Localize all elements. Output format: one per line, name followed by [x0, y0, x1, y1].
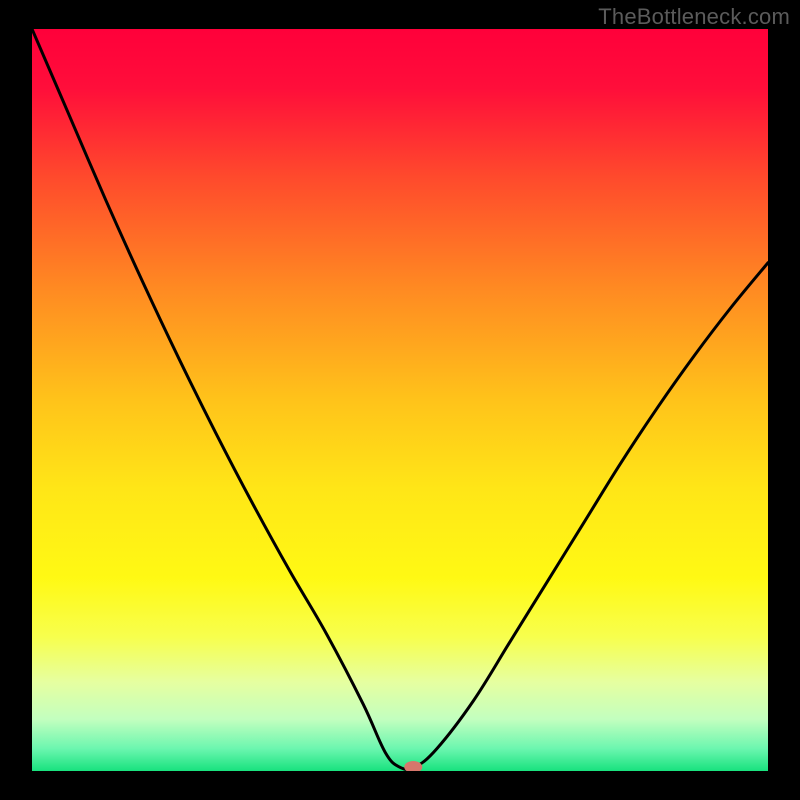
watermark-text: TheBottleneck.com [598, 4, 790, 30]
gradient-background [32, 29, 768, 771]
plot-svg [32, 29, 768, 771]
chart-frame: TheBottleneck.com [0, 0, 800, 800]
plot-area [32, 29, 768, 771]
